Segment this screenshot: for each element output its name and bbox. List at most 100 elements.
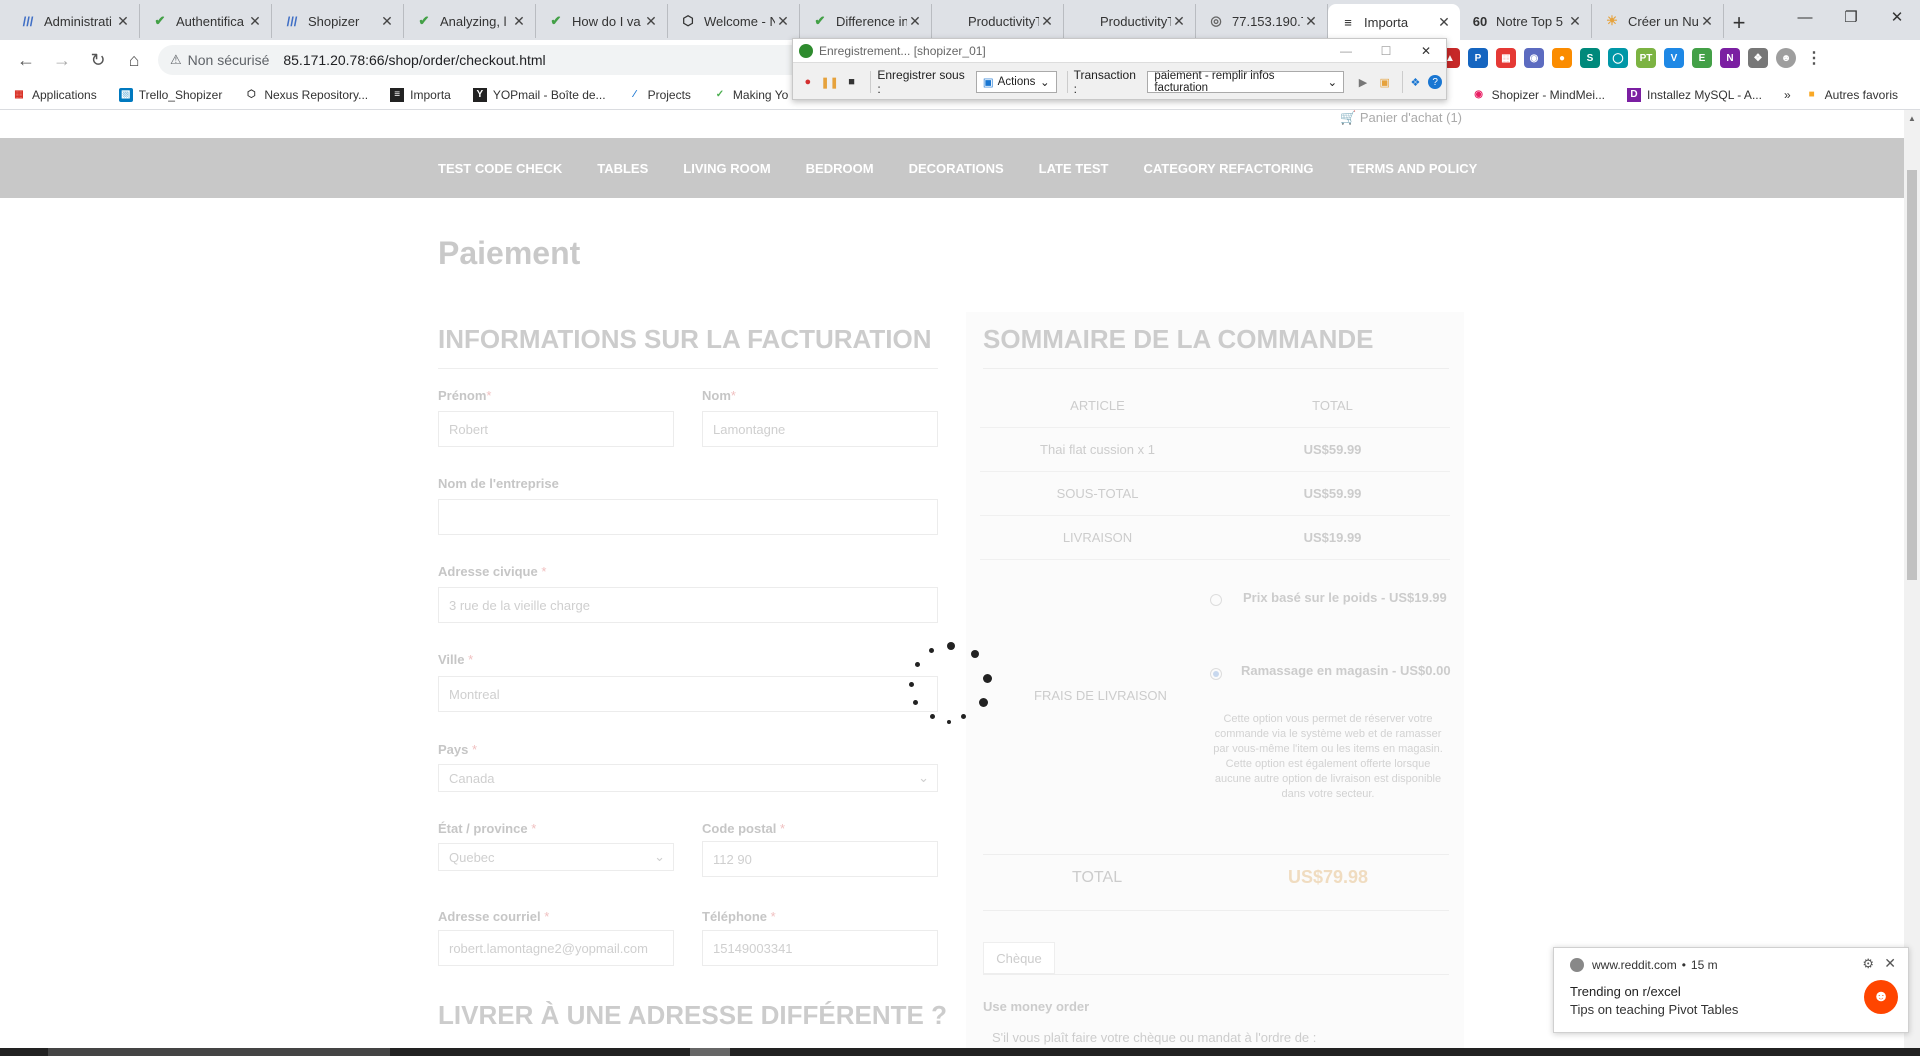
tab-close-icon[interactable]: ✕ [1303, 13, 1319, 30]
onenote-extension-icon[interactable]: N [1720, 48, 1740, 68]
tab-close-icon[interactable]: ✕ [907, 13, 923, 30]
grid-extension-icon[interactable]: ▦ [1496, 48, 1516, 68]
email-field[interactable]: robert.lamontagne2@yopmail.com [438, 930, 674, 966]
tab-close-icon[interactable]: ✕ [1171, 13, 1187, 30]
browser-tab[interactable]: ProductivityTab✕ [1064, 4, 1196, 38]
home-button[interactable]: ⌂ [116, 44, 152, 76]
close-icon[interactable]: ✕ [1884, 955, 1896, 972]
browser-tab[interactable]: ✔ Difference in ✕ [800, 4, 932, 38]
lastname-field[interactable]: Lamontagne [702, 411, 938, 447]
postal-field[interactable]: 112 90 [702, 841, 938, 877]
minimize-icon[interactable]: — [1782, 0, 1828, 34]
new-tab-button[interactable]: + [1724, 6, 1754, 40]
pause-button[interactable]: ❚❚ [820, 73, 838, 91]
open-folder-icon[interactable]: ▣ [1376, 73, 1394, 91]
bookmark-item[interactable]: D Installez MySQL - A... [1627, 87, 1762, 102]
pt-extension-icon[interactable]: PT [1636, 48, 1656, 68]
state-select[interactable]: Quebec ⌄ [438, 843, 674, 871]
pro-extension-icon[interactable]: P [1468, 48, 1488, 68]
shipping-option-weight-radio[interactable] [1210, 594, 1222, 606]
tab-close-icon[interactable]: ✕ [379, 13, 395, 30]
compass-extension-icon[interactable]: ◉ [1524, 48, 1544, 68]
maximize-icon[interactable]: ☐ [1366, 44, 1406, 58]
extension-icons: ▲ P ▦ ◉ ● S ◯ PT V E N ❖ ☻ ⋮ [1440, 48, 1824, 68]
tab-close-icon[interactable]: ✕ [247, 13, 263, 30]
shipping-option-pickup-radio[interactable] [1210, 668, 1222, 680]
bookmark-item[interactable]: ✓ Making Yo [713, 88, 789, 102]
restore-icon[interactable]: ❐ [1828, 0, 1874, 34]
bookmark-item[interactable]: ▦ Applications [12, 88, 96, 102]
nav-item[interactable]: TEST CODE CHECK [438, 161, 562, 176]
scroll-up-icon[interactable]: ▲ [1908, 114, 1916, 123]
browser-tab[interactable]: /// Administrati ✕ [8, 4, 140, 38]
bookmark-item[interactable]: ≡ Importa [390, 87, 451, 102]
save-as-select[interactable]: ▣ Actions ⌄ [975, 71, 1057, 93]
v-extension-icon[interactable]: V [1664, 48, 1684, 68]
payment-tab-cheque[interactable]: Chèque [983, 942, 1055, 974]
firstname-field[interactable]: Robert [438, 411, 674, 447]
bookmark-item[interactable]: ▧ Trello_Shopizer [118, 87, 222, 102]
browser-tab[interactable]: ✔ How do I va ✕ [536, 4, 668, 38]
company-field[interactable] [438, 499, 938, 535]
cart-link[interactable]: 🛒 Panier d'achat (1) [1340, 110, 1462, 126]
nav-item[interactable]: LIVING ROOM [683, 161, 770, 176]
address-bar[interactable]: ⚠ Non sécurisé 85.171.20.78:66/shop/orde… [158, 45, 838, 75]
s-extension-icon[interactable]: S [1580, 48, 1600, 68]
evernote-extension-icon[interactable]: E [1692, 48, 1712, 68]
tab-close-icon[interactable]: ✕ [1567, 13, 1583, 30]
puzzle-extension-icon[interactable]: ❖ [1748, 48, 1768, 68]
cookie-extension-icon[interactable]: ● [1552, 48, 1572, 68]
record-button[interactable]: ● [799, 73, 817, 91]
circle-extension-icon[interactable]: ◯ [1608, 48, 1628, 68]
profile-avatar[interactable]: ☻ [1776, 48, 1796, 68]
minimize-icon[interactable]: — [1326, 44, 1366, 58]
transaction-select[interactable]: paiement - remplir infos facturation ⌄ [1147, 70, 1345, 94]
nav-item[interactable]: CATEGORY REFACTORING [1143, 161, 1313, 176]
browser-tab[interactable]: ProductivityTab✕ [932, 4, 1064, 38]
browser-tab[interactable]: ≡ Importa ✕ [1328, 4, 1460, 40]
menu-kebab-icon[interactable]: ⋮ [1804, 48, 1824, 68]
close-icon[interactable]: ✕ [1406, 44, 1446, 58]
nav-item[interactable]: BEDROOM [806, 161, 874, 176]
next-arrow-icon[interactable]: ▶ [1354, 73, 1372, 91]
browser-tab[interactable]: ⬡ Welcome - N ✕ [668, 4, 800, 38]
close-window-icon[interactable]: ✕ [1874, 0, 1920, 34]
push-notification[interactable]: www.reddit.com • 15 m ⚙ ✕ Trending on r/… [1553, 947, 1909, 1033]
tab-close-icon[interactable]: ✕ [775, 13, 791, 30]
tab-close-icon[interactable]: ✕ [1699, 13, 1715, 30]
browser-tab[interactable]: 60 Notre Top 5 ✕ [1460, 4, 1592, 38]
scrollbar-thumb[interactable] [1907, 170, 1917, 580]
nav-item[interactable]: DECORATIONS [909, 161, 1004, 176]
other-bookmarks[interactable]: ■ Autres favoris [1805, 88, 1898, 102]
bookmark-item[interactable]: ⬡ Nexus Repository... [244, 88, 368, 102]
bookmark-item[interactable]: ∕ Projects [628, 88, 691, 102]
browser-tab[interactable]: /// Shopizer ✕ [272, 4, 404, 38]
city-field[interactable]: Montreal [438, 676, 938, 712]
tab-close-icon[interactable]: ✕ [1039, 13, 1055, 30]
tab-close-icon[interactable]: ✕ [1436, 14, 1452, 31]
bookmark-item[interactable]: Y YOPmail - Boîte de... [472, 87, 606, 102]
country-select[interactable]: Canada ⌄ [438, 764, 938, 792]
page-scrollbar[interactable]: ▲ [1904, 110, 1920, 1048]
browser-tab[interactable]: ✔ Analyzing, l ✕ [404, 4, 536, 38]
nav-item[interactable]: LATE TEST [1039, 161, 1109, 176]
address-field[interactable]: 3 rue de la vieille charge [438, 587, 938, 623]
tab-close-icon[interactable]: ✕ [643, 13, 659, 30]
tab-close-icon[interactable]: ✕ [115, 13, 131, 30]
back-button[interactable]: ← [8, 44, 44, 76]
phone-field[interactable]: 15149003341 [702, 930, 938, 966]
nav-item[interactable]: TERMS AND POLICY [1348, 161, 1477, 176]
tab-close-icon[interactable]: ✕ [511, 13, 527, 30]
help-icon[interactable]: ? [1428, 75, 1442, 89]
browser-tab[interactable]: ◎ 77.153.190.7 ✕ [1196, 4, 1328, 38]
screenshot-icon[interactable]: ❖ [1407, 73, 1425, 91]
more-bookmarks-chevron[interactable]: » [1784, 88, 1791, 102]
nav-item[interactable]: TABLES [597, 161, 648, 176]
browser-tab[interactable]: ✔ Authentifica ✕ [140, 4, 272, 38]
stop-button[interactable]: ■ [843, 73, 861, 91]
reload-button[interactable]: ↻ [80, 44, 116, 76]
bookmark-item[interactable]: ◉ Shopizer - MindMei... [1472, 88, 1605, 102]
settings-gear-icon[interactable]: ⚙ [1862, 956, 1874, 972]
browser-tab[interactable]: ☀ Créer un Nu ✕ [1592, 4, 1724, 38]
forward-button[interactable]: → [44, 44, 80, 76]
